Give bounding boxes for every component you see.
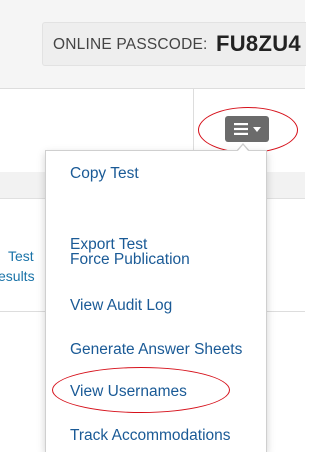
menu-item-view-audit-log[interactable]: View Audit Log xyxy=(70,296,172,316)
menu-item-track-accommodations[interactable]: Track Accommodations xyxy=(70,426,231,446)
menu-item-generate-answer-sheets[interactable]: Generate Answer Sheets xyxy=(70,340,242,360)
annotation-circle-view-usernames xyxy=(52,367,230,413)
passcode-value: FU8ZU4 xyxy=(216,31,301,56)
menu-item-copy-test[interactable]: Copy Test xyxy=(70,164,139,184)
partial-results-text[interactable]: esults xyxy=(0,268,35,284)
passcode-label: ONLINE PASSCODE: xyxy=(53,36,208,53)
menu-item-force-publication[interactable]: Force Publication xyxy=(70,250,190,270)
partial-test-text[interactable]: Test xyxy=(8,248,34,264)
divider xyxy=(0,88,305,89)
online-passcode-box: ONLINE PASSCODE: FU8ZU4 xyxy=(42,22,306,66)
dropdown-caret-inner xyxy=(237,145,249,152)
